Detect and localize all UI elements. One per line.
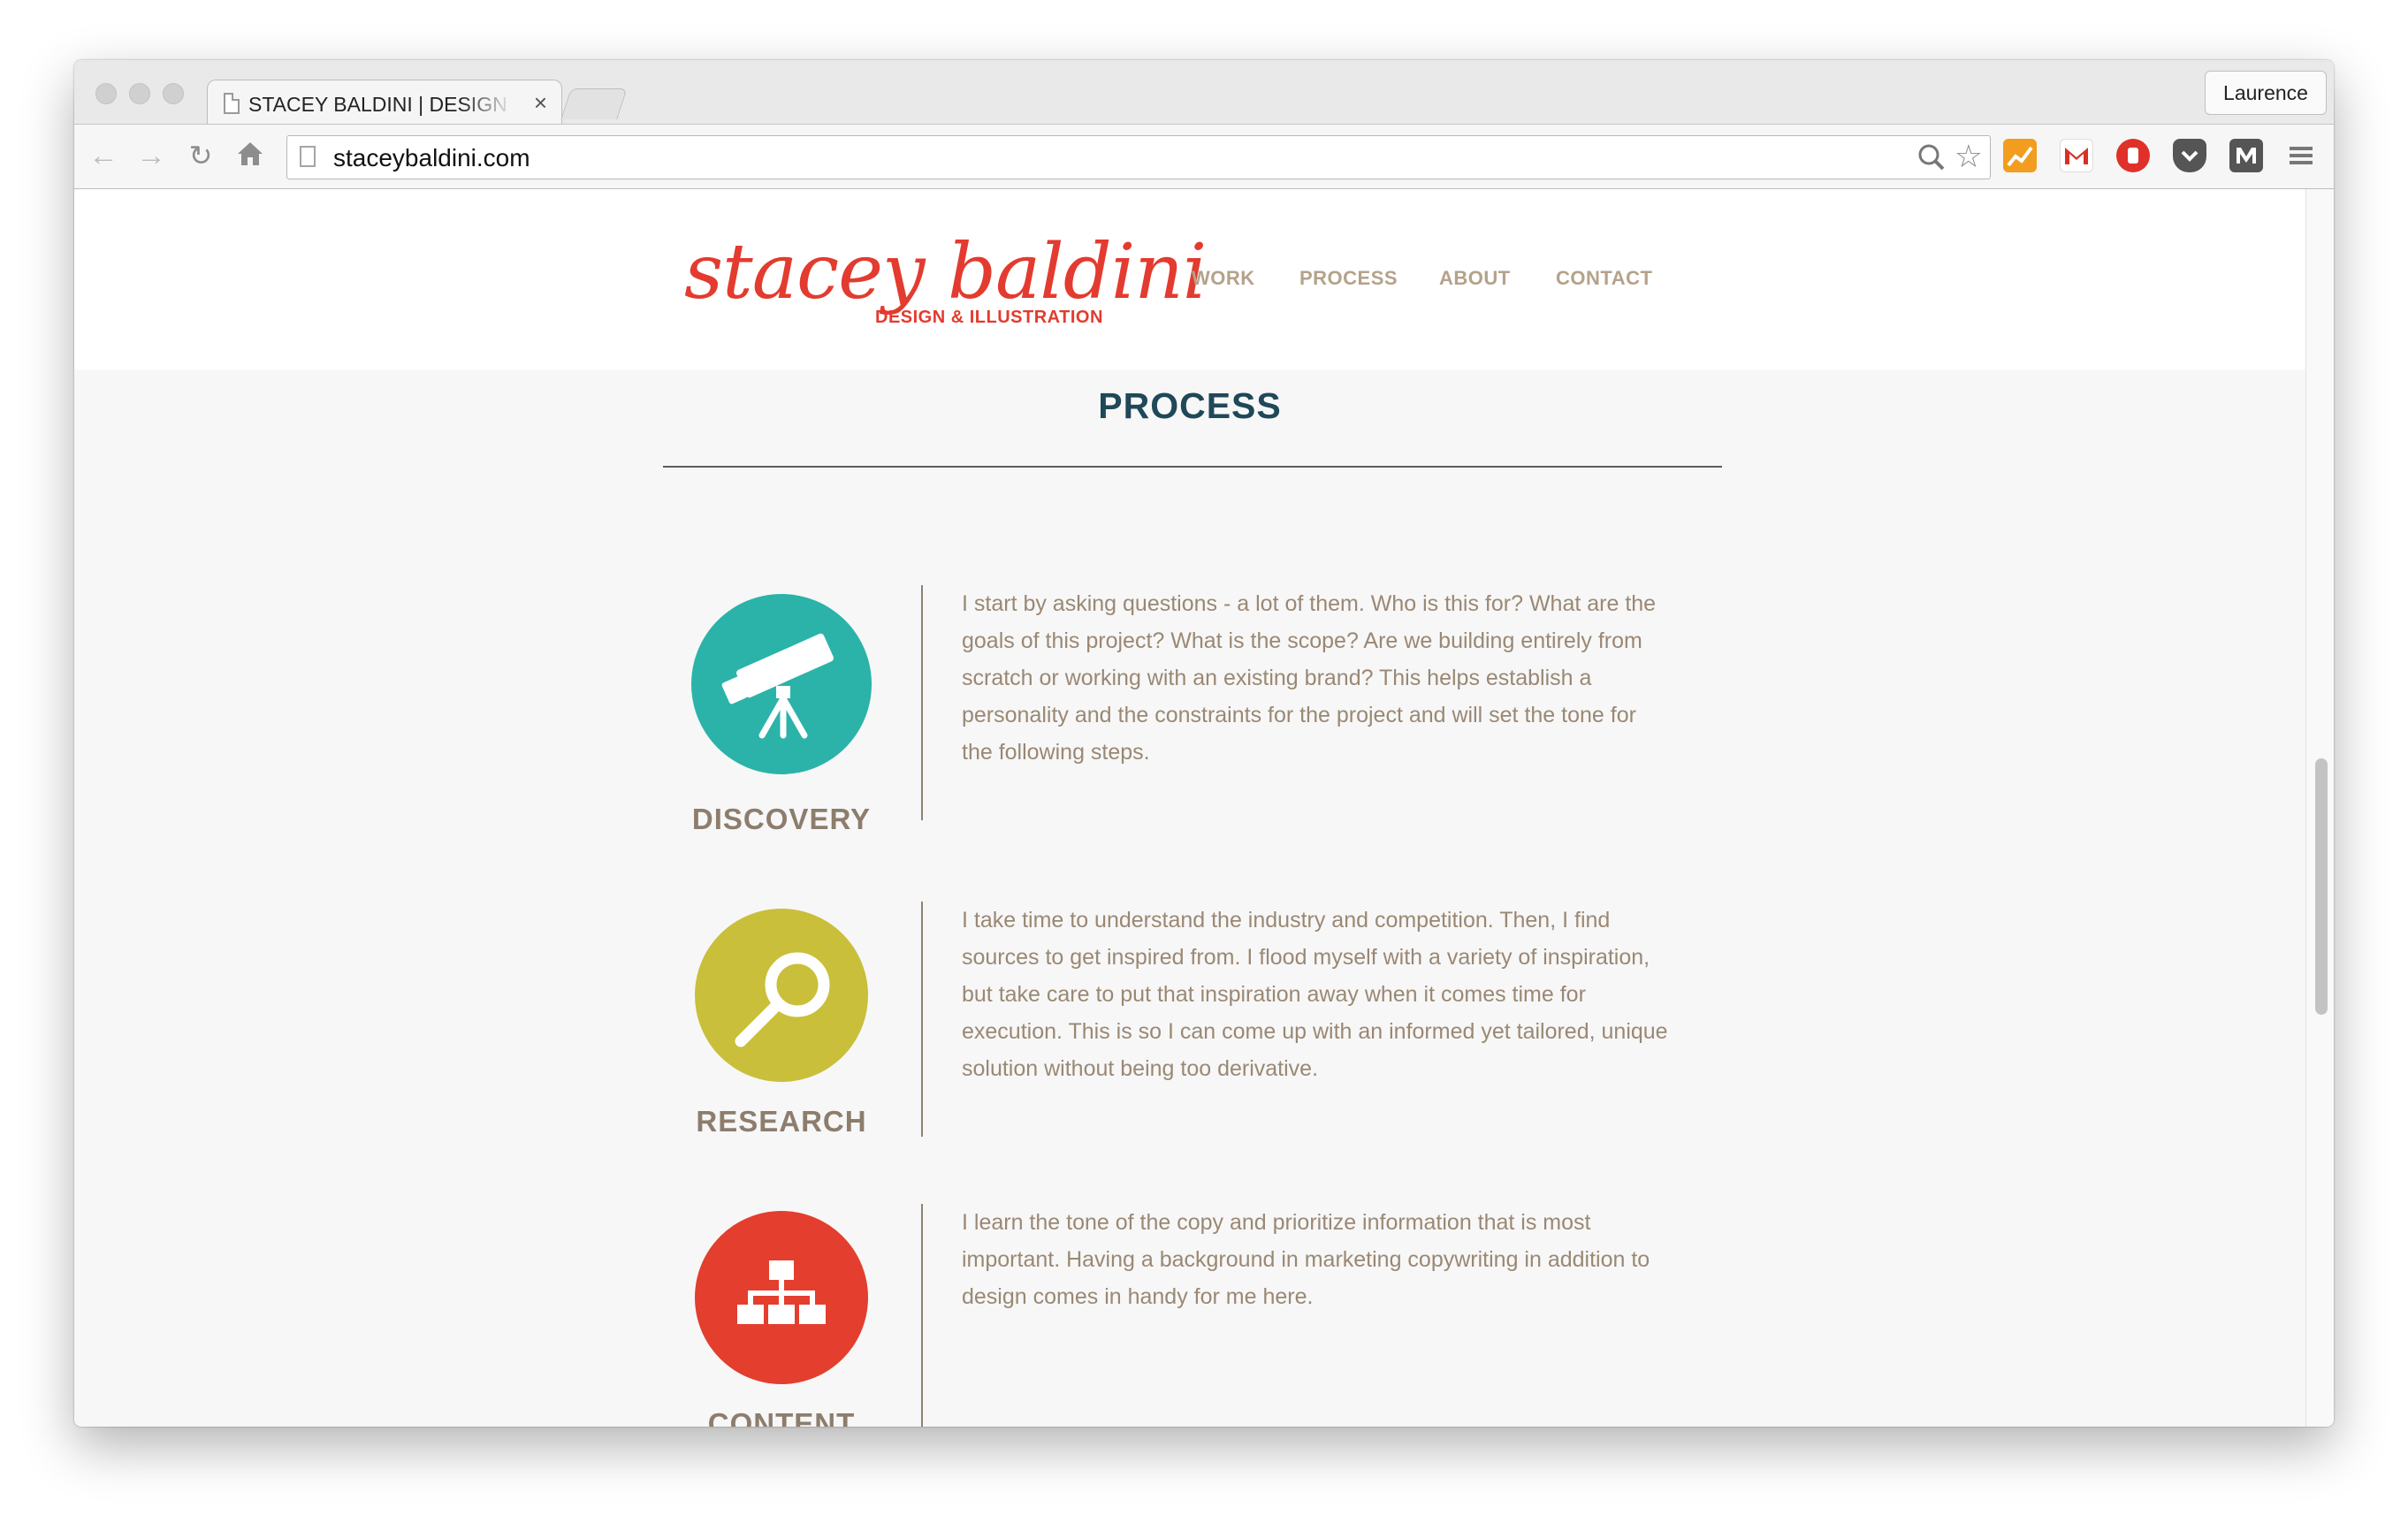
nav-link-about[interactable]: ABOUT: [1439, 267, 1511, 290]
zoom-window-button[interactable]: [163, 83, 184, 104]
title-divider: [663, 466, 1722, 468]
content-circle: [695, 1211, 868, 1384]
logo-subtitle: DESIGN & ILLUSTRATION: [875, 308, 1103, 327]
step-divider: [921, 902, 923, 1137]
close-window-button[interactable]: [95, 83, 117, 104]
browser-toolbar: ← → ↻ staceybaldini.com ☆: [74, 124, 2334, 189]
new-tab-button[interactable]: [560, 88, 628, 119]
scrollbar-thumb[interactable]: [2315, 758, 2328, 1015]
nav-link-work[interactable]: WORK: [1192, 267, 1255, 290]
discovery-circle: [691, 594, 872, 774]
search-icon[interactable]: [1917, 143, 1946, 171]
bookmark-star-icon[interactable]: ☆: [1955, 140, 1983, 173]
profile-button[interactable]: Laurence: [2205, 71, 2327, 115]
step-label-content: CONTENT: [707, 1407, 856, 1427]
telescope-icon: [721, 633, 834, 739]
step-label-research: RESEARCH: [696, 1105, 867, 1138]
nav-link-contact[interactable]: CONTACT: [1556, 267, 1652, 290]
page-scrollbar[interactable]: [2305, 189, 2334, 1427]
medium-extension-icon[interactable]: [2229, 139, 2263, 172]
step-divider: [921, 585, 923, 820]
minimize-window-button[interactable]: [129, 83, 150, 104]
magnifying-glass-icon: [735, 952, 830, 1047]
close-tab-icon[interactable]: ×: [534, 89, 547, 116]
step-text-discovery: I start by asking questions - a lot of t…: [962, 591, 1657, 765]
browser-window: STACEY BALDINI | DESIGN & ILLUSTRATION ×…: [74, 60, 2334, 1427]
home-icon[interactable]: [233, 139, 267, 172]
pocket-extension-icon[interactable]: [2173, 139, 2206, 172]
adblock-extension-icon[interactable]: [2116, 139, 2150, 172]
step-divider: [921, 1204, 923, 1427]
address-bar[interactable]: staceybaldini.com ☆: [286, 135, 1991, 179]
page-icon: [224, 93, 240, 114]
back-arrow-icon[interactable]: ←: [87, 139, 120, 172]
sitemap-icon: [737, 1260, 826, 1324]
step-text-content: I learn the tone of the copy and priorit…: [962, 1210, 1650, 1309]
page-viewport: stacey baldini DESIGN & ILLUSTRATION WOR…: [74, 189, 2334, 1427]
research-circle: [695, 909, 868, 1082]
tab-title: STACEY BALDINI | DESIGN & ILLUSTRATION: [248, 93, 514, 116]
step-text-research: I take time to understand the industry a…: [962, 908, 1668, 1081]
tab-strip: STACEY BALDINI | DESIGN & ILLUSTRATION ×…: [74, 60, 2334, 126]
site-header: stacey baldini DESIGN & ILLUSTRATION WOR…: [74, 189, 2305, 369]
site-logo[interactable]: stacey baldini: [684, 228, 1207, 316]
browser-tab[interactable]: STACEY BALDINI | DESIGN & ILLUSTRATION ×: [207, 80, 562, 126]
menu-icon[interactable]: [2284, 139, 2318, 172]
step-label-discovery: DISCOVERY: [691, 803, 872, 835]
analytics-extension-icon[interactable]: [2003, 139, 2037, 172]
page-icon: [300, 146, 316, 167]
nav-link-process[interactable]: PROCESS: [1299, 267, 1398, 290]
section-title: PROCESS: [1098, 385, 1282, 426]
gmail-extension-icon[interactable]: [2060, 139, 2093, 172]
reload-icon[interactable]: ↻: [184, 139, 217, 172]
url-text[interactable]: staceybaldini.com: [333, 144, 530, 172]
forward-arrow-icon[interactable]: →: [134, 139, 168, 172]
